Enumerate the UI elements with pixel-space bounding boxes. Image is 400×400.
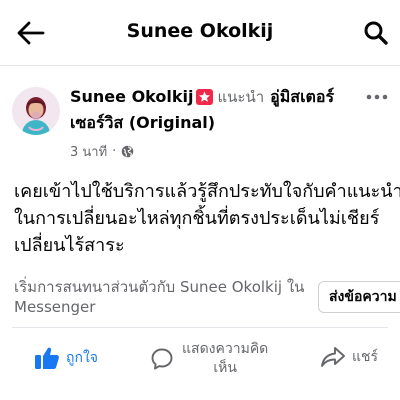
comment-label-line: เห็น	[213, 360, 237, 376]
recommend-star-icon	[196, 89, 214, 105]
avatar[interactable]	[12, 87, 60, 135]
page-link[interactable]: อู่มิสเตอร์	[270, 87, 334, 106]
comment-bubble-icon	[151, 348, 173, 370]
like-label: ถูกใจ	[66, 350, 98, 366]
page-title: Sunee Okolkij	[126, 20, 274, 42]
comment-label-line: แสดงความคิด	[182, 341, 269, 357]
messenger-prompt: เริ่มการสนทนาส่วนตัวกับ Sunee Okolkij ใน…	[14, 277, 314, 317]
post-body: เคยเข้าไปใช้บริการแล้วรู้สึกประทับใจกับค…	[14, 178, 400, 259]
recommends-text: แนะนำ	[217, 88, 265, 106]
share-label: แชร์	[352, 349, 379, 365]
post-meta: 3 นาที ·	[70, 141, 134, 162]
top-bar: Sunee Okolkij	[0, 0, 400, 66]
globe-icon	[122, 145, 134, 158]
search-button[interactable]	[360, 18, 392, 48]
comment-button[interactable]: แสดงความคิด เห็น	[150, 340, 268, 378]
search-icon	[364, 21, 388, 45]
post-timestamp[interactable]: 3 นาที	[70, 141, 107, 162]
page-link-continued[interactable]: เซอร์วิส (Original)	[70, 112, 215, 134]
post-body-line: เปลี่ยนไร้สาระ	[14, 235, 125, 256]
messenger-prompt-line: เริ่มการสนทนาส่วนตัวกับ Sunee Okolkij ใน	[14, 278, 305, 296]
thumbs-up-icon	[35, 347, 59, 369]
share-button[interactable]: แชร์	[320, 346, 378, 368]
post-header-line: Sunee Okolkij แนะนำ อู่มิสเตอร์	[70, 86, 355, 108]
post-body-line: เคยเข้าไปใช้บริการแล้วรู้สึกประทับใจกับค…	[14, 181, 400, 202]
share-arrow-icon	[321, 347, 345, 367]
send-message-button[interactable]: ส่งข้อความ	[318, 281, 400, 313]
meta-separator: ·	[112, 144, 117, 159]
action-bar-divider	[12, 327, 388, 328]
comment-label: แสดงความคิด เห็น	[182, 340, 268, 378]
like-button[interactable]: ถูกใจ	[34, 346, 98, 370]
more-options-button[interactable]	[362, 84, 392, 110]
post-body-line: ในการเปลี่ยนอะไหล่ทุกชิ้นที่ตรงประเด็นไม…	[14, 208, 380, 229]
top-bar-divider	[0, 65, 400, 66]
more-dots-icon	[366, 94, 388, 100]
messenger-prompt-line: Messenger	[14, 298, 96, 316]
author-name[interactable]: Sunee Okolkij	[70, 87, 193, 106]
